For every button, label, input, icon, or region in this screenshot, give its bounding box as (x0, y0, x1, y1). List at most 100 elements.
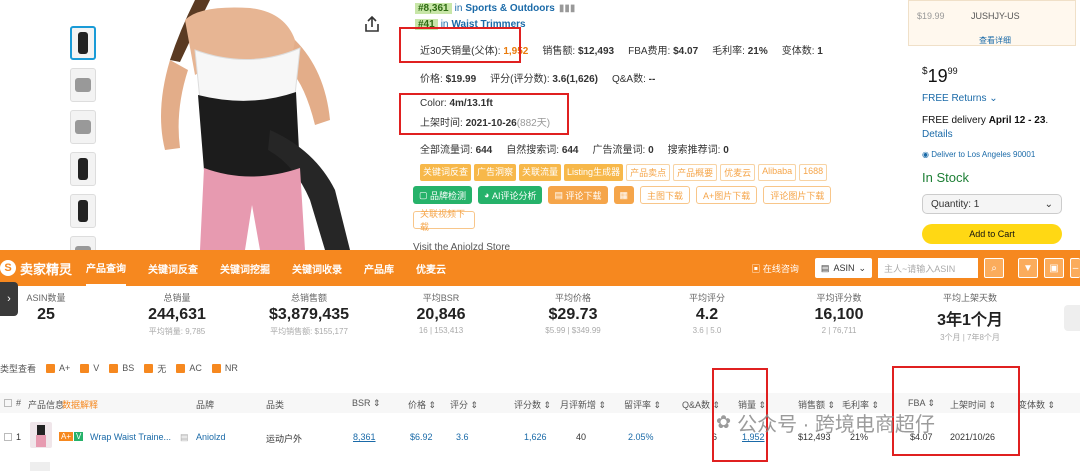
export-icon[interactable]: ▣ (1044, 258, 1064, 278)
wechat-icon: ✿ (716, 412, 732, 432)
tag-related-traffic[interactable]: 关联流量 (519, 164, 562, 181)
stat-avg-bsr: 平均BSR 20,846 16 | 153,413 (416, 293, 466, 335)
thumbnail[interactable] (70, 26, 96, 60)
col-category[interactable]: 品类 (266, 398, 284, 411)
filter-aplus-checkbox[interactable]: A+ (46, 363, 70, 373)
thumbnail-strip (70, 26, 98, 278)
details-link[interactable]: Details (922, 129, 953, 140)
review-image-download-button[interactable]: 评论图片下载 (763, 186, 832, 204)
stat-asin-count: ASIN数量 25 (26, 293, 66, 323)
col-rating[interactable]: 评分 ⇕ (450, 398, 478, 411)
related-video-download-button[interactable]: 关联视频下载 (413, 209, 475, 232)
tag-1688[interactable]: 1688 (799, 164, 828, 181)
stat-avg-rating: 平均评分 4.2 3.6 | 5.0 (688, 293, 725, 335)
copy-icon[interactable]: ▤ (180, 432, 189, 443)
action-buttons: ▢ 品牌检测 ◕ AI评论分析 ▤ 评论下载 ▦ 主图下载 A+图片下载 评论图… (413, 186, 832, 204)
tag-alibaba[interactable]: Alibaba (758, 164, 797, 181)
us-flag-icon: ▤ (820, 262, 830, 273)
quantity-select[interactable]: Quantity: 1 ⌄ (922, 194, 1062, 214)
view-detail-link[interactable]: 查看详细 (979, 35, 1011, 46)
nav-keyword-index[interactable]: 关键词收录 (292, 250, 342, 286)
filter-bs-checkbox[interactable]: BS (109, 363, 134, 373)
col-review-count[interactable]: 评分数 ⇕ (514, 398, 551, 411)
brand-check-button[interactable]: ▢ 品牌检测 (413, 186, 473, 204)
product-thumbnail[interactable] (30, 422, 52, 448)
highlight-box (399, 27, 521, 63)
thumbnail[interactable] (70, 194, 96, 228)
add-to-cart-button[interactable]: Add to Cart (922, 224, 1062, 244)
stat-avg-listed-days: 平均上架天数 3年1个月 3个月 | 7年8个月 (937, 293, 1003, 342)
col-price[interactable]: 价格 ⇕ (408, 398, 436, 411)
buybox-price: $1999 (922, 66, 958, 86)
tag-product-summary[interactable]: 产品概要 (673, 164, 718, 181)
thumbnail[interactable] (70, 152, 96, 186)
product-title-link[interactable]: Wrap Waist Traine... (90, 432, 171, 442)
filter-v-checkbox[interactable]: V (80, 363, 99, 373)
stock-status: In Stock (922, 170, 969, 185)
main-image-download-button[interactable]: 主图下载 (640, 186, 691, 204)
scroll-right-button[interactable] (1064, 305, 1080, 331)
nav-product-query[interactable]: 产品查询 (86, 250, 127, 286)
select-all-checkbox[interactable] (4, 399, 12, 407)
rank-category-link[interactable]: Sports & Outdoors (465, 3, 554, 14)
aplus-image-download-button[interactable]: A+图片下载 (696, 186, 758, 204)
filter-ac-checkbox[interactable]: AC (176, 363, 202, 373)
logo[interactable]: S 卖家精灵 (0, 259, 72, 278)
tag-youmaiyun[interactable]: 优麦云 (720, 164, 756, 181)
summary-stats: ASIN数量 25 总销量 244,631 平均销量: 9,785 总销售额 $3,87… (0, 287, 1080, 347)
rank-main[interactable]: #8,361 in Sports & Outdoors ▮▮▮ (415, 0, 875, 16)
stat-total-revenue: 总销售额 $3,879,435 平均销售额: $155,177 (268, 293, 350, 336)
col-review-rate[interactable]: 留评率 ⇕ (624, 398, 661, 411)
seller-name[interactable]: JUSHJY-US (971, 11, 1020, 21)
filter-icon[interactable]: ▼ (1018, 258, 1038, 278)
trend-icon[interactable]: ▮▮▮ (559, 3, 576, 14)
thumbnail[interactable] (70, 110, 96, 144)
aplus-badge: A+ (59, 432, 74, 441)
filter-nr-checkbox[interactable]: NR (211, 363, 238, 373)
filter-none-checkbox[interactable]: 无 (144, 362, 166, 375)
nav-youmaiyun[interactable]: 优麦云 (416, 250, 446, 286)
watermark: ✿ 公众号 · 跨境电商超仔 (716, 412, 935, 436)
calculator-button[interactable]: ▦ (613, 186, 635, 204)
ai-review-button[interactable]: ◕ AI评论分析 (478, 186, 543, 204)
col-brand[interactable]: 品牌 (196, 398, 214, 411)
deliver-to-link[interactable]: ◉ Deliver to Los Angeles 90001 (922, 150, 1035, 159)
bsr-link[interactable]: 8,361 (353, 432, 376, 442)
free-returns-link[interactable]: FREE Returns ⌄ (922, 93, 998, 104)
product-photo-icon (161, 0, 350, 250)
delivery-info: FREE delivery April 12 - 23. (922, 115, 1049, 126)
tag-ad-insight[interactable]: 广告洞察 (474, 164, 517, 181)
stat-total-sales: 总销量 244,631 平均销量: 9,785 (148, 293, 206, 336)
nav-keyword-reverse[interactable]: 关键词反查 (148, 250, 198, 286)
review-download-button[interactable]: ▤ 评论下载 (548, 186, 608, 204)
online-consult-link[interactable]: ▣ 在线咨询 (751, 262, 799, 275)
tool-tags: 关键词反查 广告洞察 关联流量 Listing生成器 产品卖点 产品概要 优麦云… (420, 164, 828, 181)
nav-product-library[interactable]: 产品库 (364, 250, 394, 286)
highlight-box (399, 93, 569, 135)
search-icon[interactable]: ⌕ (984, 258, 1004, 278)
offer-summary: $19.99 JUSHJY-US 查看详细 (908, 0, 1076, 46)
traffic-stats-row: 全部流量词: 644 自然搜索词: 644 广告流量词: 0 搜索推荐词: 0 (420, 145, 729, 156)
thumbnail[interactable] (70, 68, 96, 102)
tag-keyword-reverse[interactable]: 关键词反查 (420, 164, 472, 181)
video-badge: V (74, 432, 84, 441)
marketplace-select[interactable]: ▤ ASIN ⌄ (814, 258, 872, 278)
data-explain-link[interactable]: 数据解释 (62, 398, 98, 411)
tag-selling-points[interactable]: 产品卖点 (626, 164, 671, 181)
tag-listing-generator[interactable]: Listing生成器 (564, 164, 624, 181)
row-checkbox[interactable] (4, 433, 12, 441)
price-stats-row: 价格: $19.99 评分(评分数): 3.6(1,626) Q&A数: -- (420, 74, 656, 85)
col-bsr[interactable]: BSR ⇕ (352, 398, 381, 409)
share-icon[interactable] (362, 14, 382, 34)
next-row-thumbnail (30, 462, 50, 471)
col-variants[interactable]: 变体数 ⇕ (1018, 398, 1055, 411)
nav-keyword-mining[interactable]: 关键词挖掘 (220, 250, 270, 286)
asin-search-input[interactable]: 主人~请输入ASIN (878, 258, 978, 278)
col-monthly-new[interactable]: 月评新增 ⇕ (560, 398, 606, 411)
seller-sprite-navbar: S 卖家精灵 产品查询 关键词反查 关键词挖掘 关键词收录 产品库 优麦云 ▣ … (0, 250, 1080, 286)
product-main-image[interactable] (100, 0, 390, 250)
chevron-down-icon: ⌄ (1044, 198, 1053, 210)
col-product-info[interactable]: 产品信息 (28, 398, 64, 411)
brand-link[interactable]: Aniolzd (196, 432, 226, 442)
more-icon[interactable]: – (1070, 258, 1080, 278)
